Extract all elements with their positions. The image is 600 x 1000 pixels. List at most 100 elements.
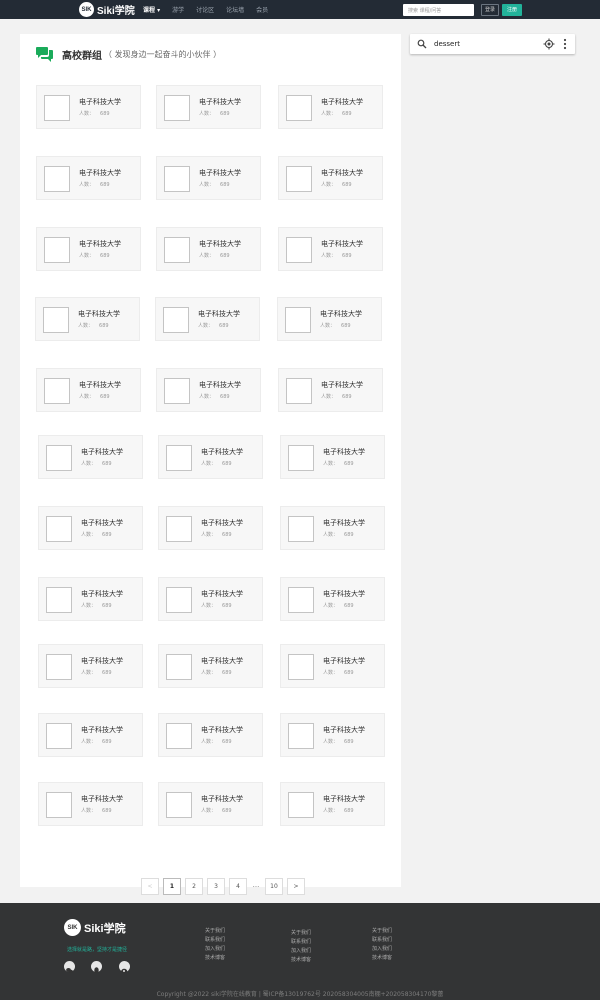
group-avatar bbox=[164, 95, 190, 121]
nav-item-study-tour[interactable]: 游学 bbox=[172, 5, 184, 14]
group-card[interactable]: 电子科技大学 人数： 689 bbox=[38, 577, 143, 621]
group-card[interactable]: 电子科技大学 人数： 689 bbox=[156, 156, 261, 200]
group-name: 电子科技大学 bbox=[323, 519, 365, 527]
group-avatar bbox=[288, 792, 314, 818]
nav-item-courses[interactable]: 课程 ▾ bbox=[143, 5, 160, 14]
member-count-value: 689 bbox=[102, 532, 112, 538]
prev-page-button[interactable]: < bbox=[141, 878, 159, 895]
group-member-count: 人数： 689 bbox=[198, 322, 229, 329]
group-avatar bbox=[164, 237, 190, 263]
member-count-value: 689 bbox=[220, 394, 230, 400]
member-count-value: 689 bbox=[342, 394, 352, 400]
nav-item-forum[interactable]: 论坛墙 bbox=[226, 5, 244, 14]
group-member-count: 人数： 689 bbox=[81, 669, 112, 676]
member-count-label: 人数： bbox=[78, 323, 94, 329]
group-member-count: 人数： 689 bbox=[323, 460, 354, 467]
group-card[interactable]: 电子科技大学 人数： 689 bbox=[280, 713, 385, 757]
group-card[interactable]: 电子科技大学 人数： 689 bbox=[38, 713, 143, 757]
group-member-count: 人数： 689 bbox=[201, 460, 232, 467]
weibo-icon[interactable] bbox=[119, 961, 130, 974]
footer-link[interactable]: 联系我们 bbox=[205, 936, 225, 945]
group-card[interactable]: 电子科技大学 人数： 689 bbox=[38, 435, 143, 479]
group-card[interactable]: 电子科技大学 人数： 689 bbox=[158, 577, 263, 621]
group-card[interactable]: 电子科技大学 人数： 689 bbox=[158, 644, 263, 688]
group-member-count: 人数： 689 bbox=[321, 110, 352, 117]
footer-link[interactable]: 关于我们 bbox=[205, 927, 225, 936]
footer-link[interactable]: 技术博客 bbox=[372, 954, 392, 963]
group-card[interactable]: 电子科技大学 人数： 689 bbox=[36, 368, 141, 412]
group-card[interactable]: 电子科技大学 人数： 689 bbox=[155, 297, 260, 341]
section-header: 高校群组 （ 发现身边一起奋斗的小伙伴 ） bbox=[36, 45, 221, 63]
footer-logo[interactable]: SIK Siki学院 bbox=[64, 919, 126, 936]
member-count-value: 689 bbox=[102, 739, 112, 745]
group-card[interactable]: 电子科技大学 人数： 689 bbox=[278, 227, 383, 271]
member-count-value: 689 bbox=[100, 394, 110, 400]
next-page-button[interactable]: > bbox=[287, 878, 305, 895]
member-count-value: 689 bbox=[100, 182, 110, 188]
group-card[interactable]: 电子科技大学 人数： 689 bbox=[158, 435, 263, 479]
group-member-count: 人数： 689 bbox=[81, 531, 112, 538]
group-member-count: 人数： 689 bbox=[201, 738, 232, 745]
group-card[interactable]: 电子科技大学 人数： 689 bbox=[156, 227, 261, 271]
page-button-2[interactable]: 2 bbox=[185, 878, 203, 895]
group-avatar bbox=[288, 654, 314, 680]
page-button-last[interactable]: 10 bbox=[265, 878, 283, 895]
member-count-value: 689 bbox=[222, 603, 232, 609]
group-card[interactable]: 电子科技大学 人数： 689 bbox=[280, 577, 385, 621]
more-vert-icon[interactable] bbox=[563, 38, 567, 50]
footer-link[interactable]: 技术博客 bbox=[205, 954, 225, 963]
footer-slogan: 选择就是路，坚持才是捷径 bbox=[67, 947, 128, 953]
footer-link[interactable]: 技术博客 bbox=[291, 956, 311, 965]
member-count-value: 689 bbox=[222, 670, 232, 676]
group-card[interactable]: 电子科技大学 人数： 689 bbox=[280, 506, 385, 550]
footer-link[interactable]: 关于我们 bbox=[291, 929, 311, 938]
group-card[interactable]: 电子科技大学 人数： 689 bbox=[36, 85, 141, 129]
group-card[interactable]: 电子科技大学 人数： 689 bbox=[38, 506, 143, 550]
group-card[interactable]: 电子科技大学 人数： 689 bbox=[280, 644, 385, 688]
group-member-count: 人数： 689 bbox=[79, 110, 110, 117]
group-card[interactable]: 电子科技大学 人数： 689 bbox=[36, 156, 141, 200]
page-button-4[interactable]: 4 bbox=[229, 878, 247, 895]
site-footer: SIK Siki学院 选择就是路，坚持才是捷径 关于我们 联系我们 加入我们 技… bbox=[0, 903, 600, 1000]
member-count-label: 人数： bbox=[201, 603, 217, 609]
group-name: 电子科技大学 bbox=[81, 590, 123, 598]
my-location-icon[interactable] bbox=[543, 38, 555, 50]
group-card[interactable]: 电子科技大学 人数： 689 bbox=[158, 782, 263, 826]
nav-item-discussion[interactable]: 讨论区 bbox=[196, 5, 214, 14]
page-button-3[interactable]: 3 bbox=[207, 878, 225, 895]
login-button[interactable]: 登录 bbox=[481, 4, 499, 16]
member-count-value: 689 bbox=[222, 532, 232, 538]
footer-link[interactable]: 关于我们 bbox=[372, 927, 392, 936]
group-card[interactable]: 电子科技大学 人数： 689 bbox=[156, 368, 261, 412]
group-card[interactable]: 电子科技大学 人数： 689 bbox=[277, 297, 382, 341]
qq-icon[interactable] bbox=[91, 961, 102, 974]
site-logo[interactable]: SIK Siki学院 bbox=[79, 2, 135, 17]
search-icon[interactable] bbox=[417, 39, 427, 49]
site-search-input[interactable]: 搜索 课程/问答 bbox=[403, 4, 474, 16]
map-search-input[interactable]: dessert bbox=[434, 40, 460, 48]
nav-item-membership[interactable]: 会员 bbox=[256, 5, 268, 14]
group-card[interactable]: 电子科技大学 人数： 689 bbox=[278, 85, 383, 129]
group-name: 电子科技大学 bbox=[323, 726, 365, 734]
group-member-count: 人数： 689 bbox=[201, 602, 232, 609]
group-card[interactable]: 电子科技大学 人数： 689 bbox=[278, 368, 383, 412]
footer-link[interactable]: 加入我们 bbox=[205, 945, 225, 954]
group-card[interactable]: 电子科技大学 人数： 689 bbox=[38, 782, 143, 826]
wechat-icon[interactable] bbox=[64, 961, 75, 973]
group-card[interactable]: 电子科技大学 人数： 689 bbox=[36, 227, 141, 271]
group-card[interactable]: 电子科技大学 人数： 689 bbox=[158, 713, 263, 757]
group-card[interactable]: 电子科技大学 人数： 689 bbox=[280, 435, 385, 479]
page-button-1[interactable]: 1 bbox=[163, 878, 181, 895]
footer-link[interactable]: 加入我们 bbox=[372, 945, 392, 954]
group-card[interactable]: 电子科技大学 人数： 689 bbox=[278, 156, 383, 200]
member-count-value: 689 bbox=[342, 253, 352, 259]
group-card[interactable]: 电子科技大学 人数： 689 bbox=[156, 85, 261, 129]
group-card[interactable]: 电子科技大学 人数： 689 bbox=[38, 644, 143, 688]
group-card[interactable]: 电子科技大学 人数： 689 bbox=[280, 782, 385, 826]
group-card[interactable]: 电子科技大学 人数： 689 bbox=[158, 506, 263, 550]
footer-link[interactable]: 联系我们 bbox=[372, 936, 392, 945]
register-button[interactable]: 注册 bbox=[502, 4, 522, 16]
group-card[interactable]: 电子科技大学 人数： 689 bbox=[35, 297, 140, 341]
footer-link[interactable]: 联系我们 bbox=[291, 938, 311, 947]
footer-link[interactable]: 加入我们 bbox=[291, 947, 311, 956]
